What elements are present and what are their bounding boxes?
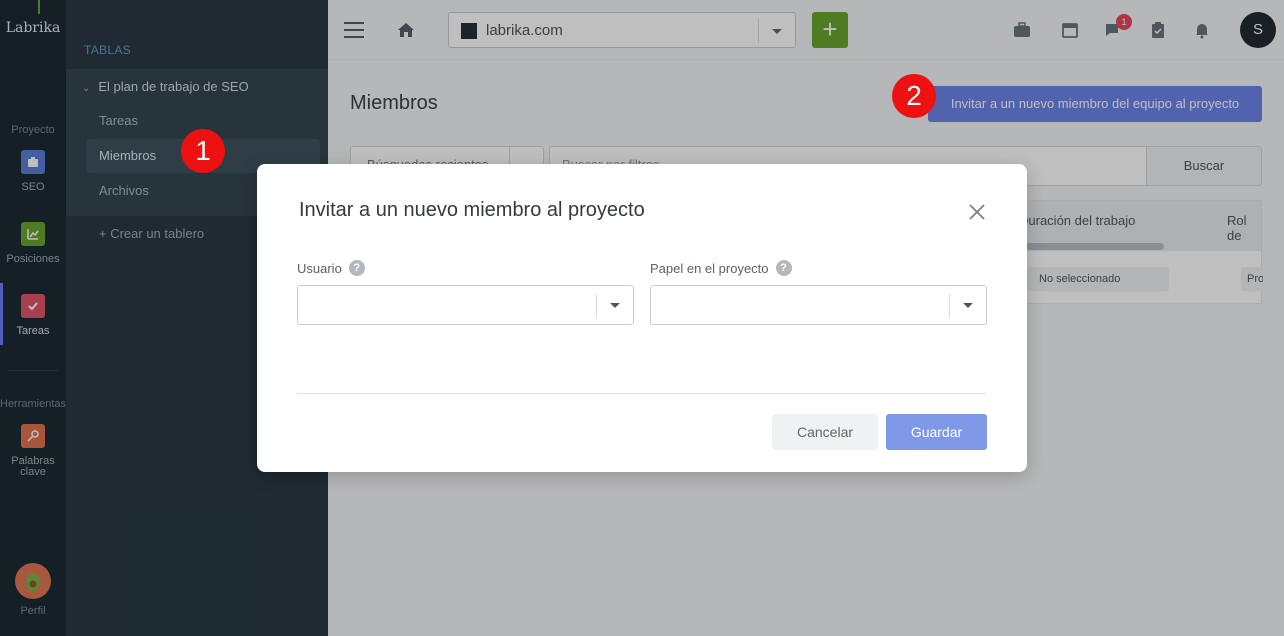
help-icon[interactable]: ? bbox=[775, 260, 792, 276]
select-separator bbox=[949, 294, 950, 318]
cancel-button[interactable]: Cancelar bbox=[772, 414, 878, 450]
save-button[interactable]: Guardar bbox=[886, 414, 987, 450]
modal-divider bbox=[297, 393, 987, 394]
user-field-label: Usuario ? bbox=[297, 260, 365, 276]
help-icon[interactable]: ? bbox=[348, 260, 365, 276]
role-select[interactable] bbox=[650, 285, 987, 325]
invite-modal: Invitar a un nuevo miembro al proyecto U… bbox=[257, 164, 1027, 472]
close-icon[interactable] bbox=[965, 200, 989, 224]
step-marker-1: 1 bbox=[181, 129, 225, 173]
user-label-text: Usuario bbox=[297, 260, 342, 276]
role-field-label: Papel en el proyecto ? bbox=[650, 260, 792, 276]
step-marker-2: 2 bbox=[892, 74, 936, 118]
select-separator bbox=[596, 294, 597, 318]
modal-title: Invitar a un nuevo miembro al proyecto bbox=[299, 199, 645, 221]
role-label-text: Papel en el proyecto bbox=[650, 260, 769, 276]
user-select[interactable] bbox=[297, 285, 634, 325]
chevron-down-icon bbox=[610, 303, 620, 308]
chevron-down-icon bbox=[963, 303, 973, 308]
